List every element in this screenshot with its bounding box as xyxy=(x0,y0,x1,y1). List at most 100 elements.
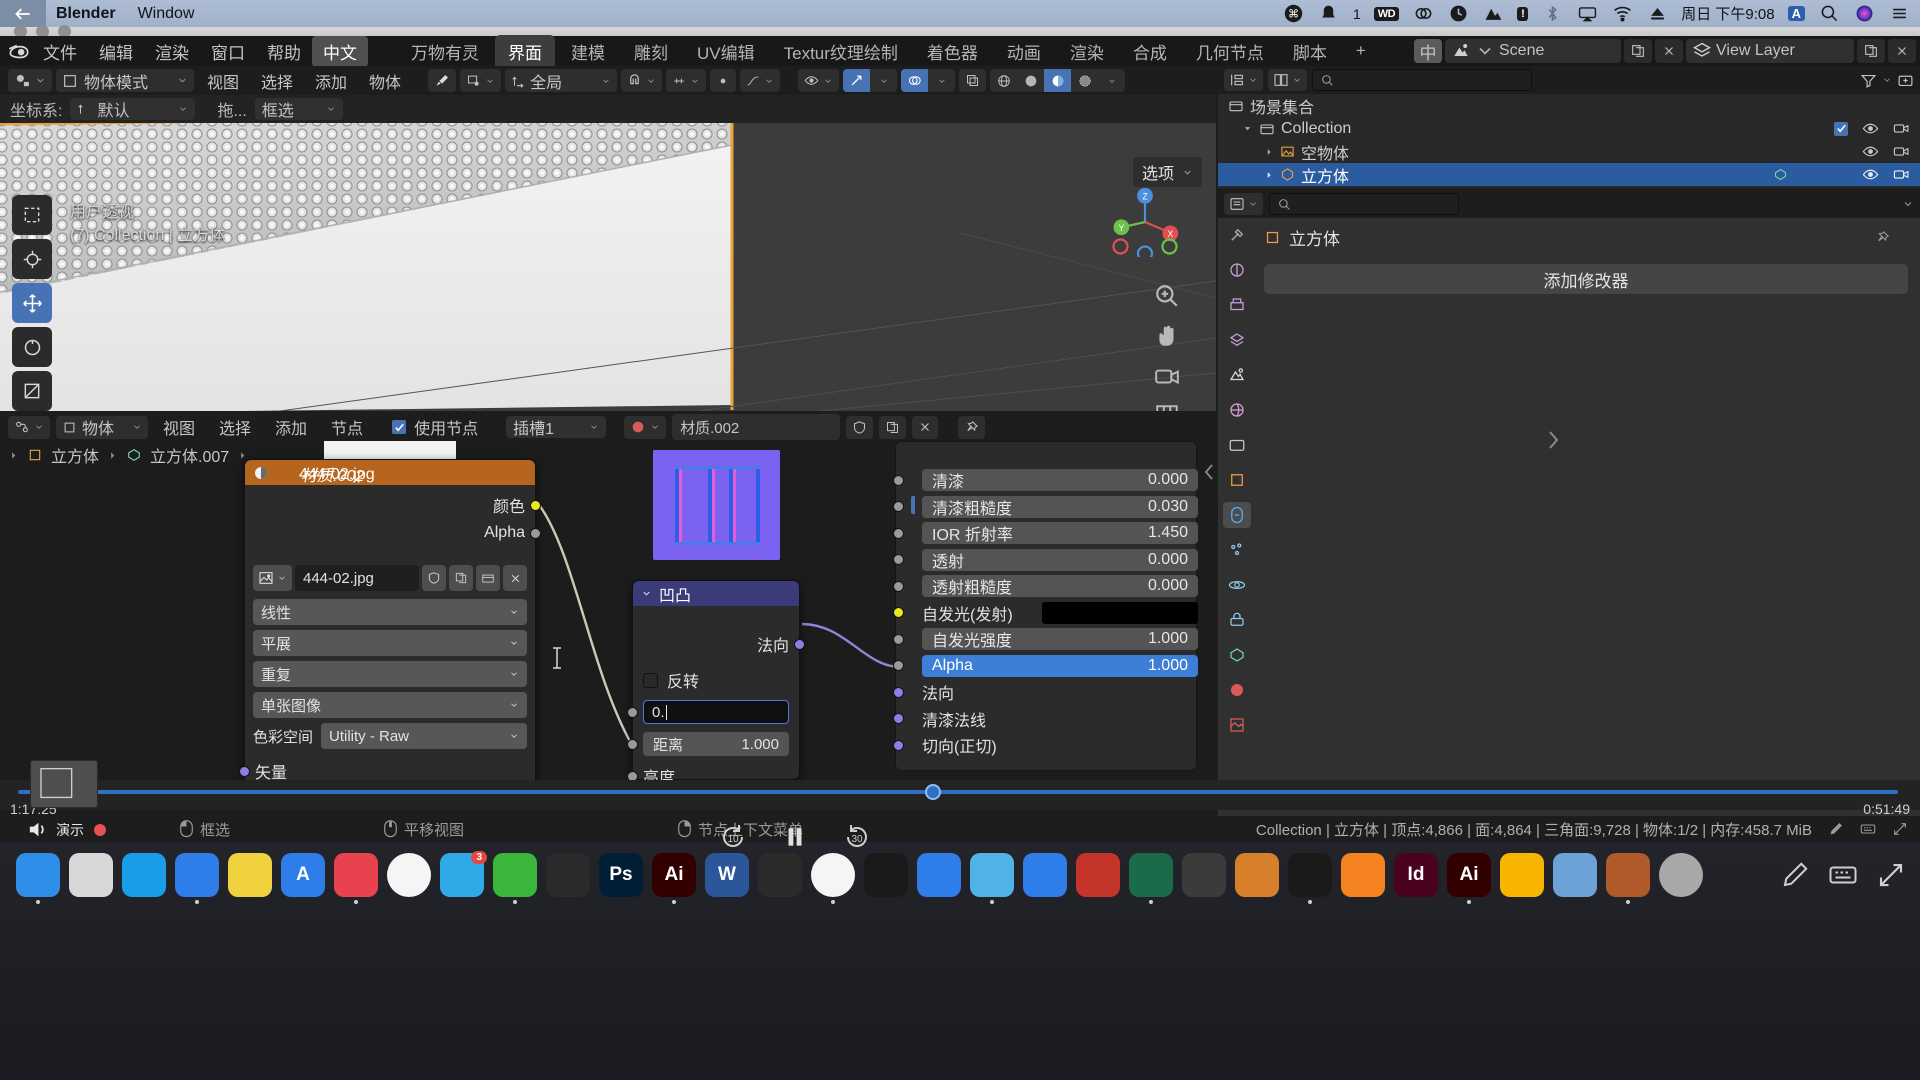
forward-30-button[interactable]: 30 xyxy=(840,820,874,854)
camera-icon[interactable] xyxy=(1893,166,1910,183)
shading-chevron-icon[interactable] xyxy=(1098,69,1125,92)
control-center-icon[interactable] xyxy=(1888,4,1910,24)
unlink-material-button[interactable] xyxy=(912,416,938,439)
orientation-dropdown[interactable]: 默认 xyxy=(70,98,195,120)
menu-help[interactable]: 帮助 xyxy=(256,36,312,67)
dock-item-substance[interactable] xyxy=(1182,853,1226,897)
wireframe-shading-icon[interactable] xyxy=(990,69,1017,92)
zoom-icon[interactable] xyxy=(1154,283,1180,309)
workspace-tab-1[interactable]: 界面 xyxy=(495,35,555,68)
pivot-point-dropdown[interactable] xyxy=(460,69,501,92)
dock-item-trash[interactable] xyxy=(1659,853,1703,897)
breadcrumb-item-0[interactable]: 立方体 xyxy=(51,443,99,467)
outliner-row-collection[interactable]: Collection xyxy=(1218,117,1920,140)
dock-item-photoshop[interactable]: Ps xyxy=(599,853,643,897)
timeline-playhead[interactable] xyxy=(925,784,941,800)
overlays-icon[interactable] xyxy=(901,69,928,92)
dock-item-app-store[interactable]: A xyxy=(281,853,325,897)
workspace-tab-7[interactable]: 动画 xyxy=(994,35,1054,68)
breadcrumb-chevron-icon[interactable] xyxy=(8,450,19,461)
menu-language[interactable]: 中文 xyxy=(312,36,368,67)
input-source-icon[interactable]: A xyxy=(1788,6,1805,21)
disclosure-triangle-icon[interactable] xyxy=(1242,123,1253,134)
workspace-tab-2[interactable]: 建模 xyxy=(558,35,618,68)
outliner-display-mode[interactable] xyxy=(1268,69,1307,91)
camera-icon[interactable] xyxy=(1893,143,1910,160)
menu-edit[interactable]: 编辑 xyxy=(88,36,144,67)
outliner-row-cube[interactable]: 立方体 xyxy=(1218,163,1920,186)
browse-material-button[interactable] xyxy=(624,416,666,439)
gizmo-toggle-group[interactable] xyxy=(843,69,897,92)
new-scene-button[interactable] xyxy=(1624,39,1652,63)
recording-timeline[interactable] xyxy=(0,780,1920,810)
solid-shading-icon[interactable] xyxy=(1017,69,1044,92)
clock-icon[interactable] xyxy=(1447,4,1469,24)
tab-world[interactable] xyxy=(1223,397,1251,423)
material-preview-shading-icon[interactable] xyxy=(1044,69,1071,92)
material-slot-dropdown[interactable]: 插槽1 xyxy=(506,416,606,438)
speaker-icon[interactable] xyxy=(26,818,49,841)
viewport-menu-view[interactable]: 视图 xyxy=(198,67,248,95)
workspace-tab-0[interactable]: 万物有灵 xyxy=(398,35,492,68)
viewport-menu-add[interactable]: 添加 xyxy=(306,67,356,95)
chevron-right-icon[interactable] xyxy=(1264,147,1274,157)
dock-item-marmoset[interactable] xyxy=(1235,853,1279,897)
viewport-canvas[interactable]: 用户透视 (7) Collection | 立方体 选项 Z X Y xyxy=(0,123,1216,411)
workspace-tab-6[interactable]: 着色器 xyxy=(914,35,991,68)
view-layer-selector[interactable]: View Layer xyxy=(1686,39,1854,63)
wifi-icon[interactable] xyxy=(1611,4,1633,24)
tab-output[interactable] xyxy=(1223,292,1251,318)
properties-editor-type[interactable] xyxy=(1224,193,1263,215)
command-icon[interactable]: ⌘ xyxy=(1283,4,1305,24)
outliner-row-scene-collection[interactable]: 场景集合 xyxy=(1218,94,1920,117)
recording-audio-indicator[interactable]: 演示 xyxy=(26,818,109,841)
dock-item-sketch[interactable] xyxy=(1500,853,1544,897)
interaction-mode-dropdown[interactable]: 物体模式 xyxy=(56,69,194,92)
dock-item-blender[interactable] xyxy=(758,853,802,897)
dock-item-folder[interactable] xyxy=(1553,853,1597,897)
new-collection-icon[interactable] xyxy=(1897,72,1914,89)
sidebar-expand-arrow-icon[interactable] xyxy=(1546,430,1560,450)
tab-particles[interactable] xyxy=(1223,537,1251,563)
shader-menu-add[interactable]: 添加 xyxy=(266,413,316,441)
tab-object[interactable] xyxy=(1223,467,1251,493)
eye-icon[interactable] xyxy=(1862,166,1879,183)
dock-item-word[interactable]: W xyxy=(705,853,749,897)
dock-item-houdini[interactable] xyxy=(1341,853,1385,897)
drag-action-dropdown[interactable]: 框选 xyxy=(255,98,343,120)
add-modifier-button[interactable]: 添加修改器 xyxy=(1264,264,1908,294)
shader-menu-node[interactable]: 节点 xyxy=(322,413,372,441)
eye-icon[interactable] xyxy=(1862,143,1879,160)
eyedropper-tool-button[interactable] xyxy=(428,69,456,92)
workspace-tab-11[interactable]: 脚本 xyxy=(1280,35,1340,68)
dock-item-terminal[interactable] xyxy=(546,853,590,897)
workspace-tab-4[interactable]: UV编辑 xyxy=(684,35,768,68)
menu-window[interactable]: 窗口 xyxy=(200,36,256,67)
xray-toggle-button[interactable] xyxy=(959,69,986,92)
tab-data[interactable] xyxy=(1223,642,1251,668)
filter-icon[interactable] xyxy=(1860,72,1877,89)
viewport-menu-select[interactable]: 选择 xyxy=(252,67,302,95)
workspace-tab-10[interactable]: 几何节点 xyxy=(1183,35,1277,68)
dock-item-maya[interactable] xyxy=(1129,853,1173,897)
tab-view-layer[interactable] xyxy=(1223,327,1251,353)
dock-item-wechat[interactable] xyxy=(493,853,537,897)
properties-chevron-icon[interactable] xyxy=(1902,198,1914,210)
shading-mode-group[interactable] xyxy=(990,69,1125,92)
viewport-options-dropdown[interactable]: 选项 xyxy=(1133,157,1202,187)
transform-orientation-dropdown[interactable]: 全局 xyxy=(505,69,617,92)
menu-render[interactable]: 渲染 xyxy=(144,36,200,67)
wd-icon[interactable]: WD xyxy=(1374,7,1399,21)
outliner-row-empty[interactable]: 空物体 xyxy=(1218,140,1920,163)
dock-item-document[interactable] xyxy=(1606,853,1650,897)
workspace-tab-8[interactable]: 渲染 xyxy=(1057,35,1117,68)
outliner-editor-type[interactable] xyxy=(1224,69,1263,91)
siri-icon[interactable] xyxy=(1853,4,1875,24)
tab-constraints[interactable] xyxy=(1223,607,1251,633)
workspace-tab-9[interactable]: 合成 xyxy=(1120,35,1180,68)
shader-menu-select[interactable]: 选择 xyxy=(210,413,260,441)
filter-chevron-icon[interactable] xyxy=(1882,75,1892,85)
tab-scene[interactable] xyxy=(1223,362,1251,388)
viewport-menu-object[interactable]: 物体 xyxy=(360,67,410,95)
keyboard-icon[interactable] xyxy=(1828,860,1858,890)
